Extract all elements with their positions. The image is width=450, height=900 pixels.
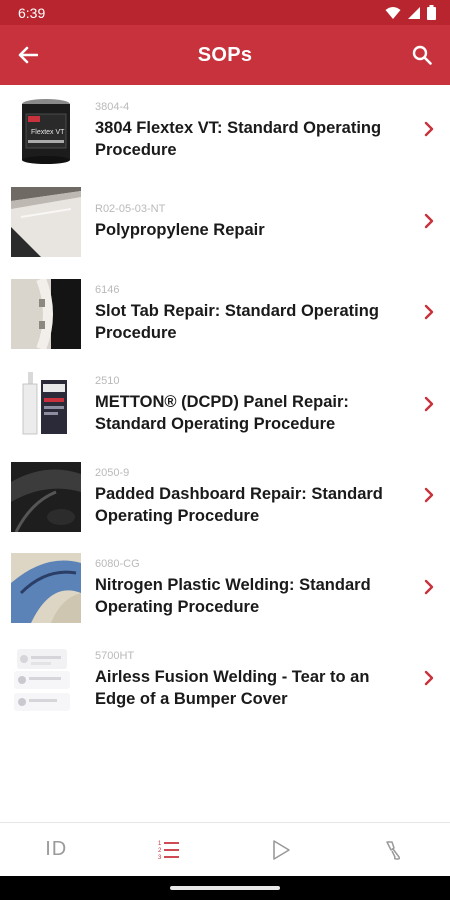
chevron-right-icon <box>424 396 434 411</box>
sop-title: Airless Fusion Welding - Tear to an Edge… <box>95 667 370 708</box>
can-product-image: Flextex VT <box>11 95 81 166</box>
list-item[interactable]: Flextex VT 3804-4 3804 Flextex VT: Stand… <box>0 85 450 177</box>
sop-title: METTON® (DCPD) Panel Repair: Standard Op… <box>95 393 349 434</box>
slot-tab-image <box>11 278 81 349</box>
sop-code: 2050-9 <box>95 466 130 479</box>
back-button[interactable] <box>14 41 42 69</box>
search-icon <box>412 45 432 65</box>
document-list-image <box>11 644 81 715</box>
chevron-right-icon <box>424 670 434 686</box>
svg-text:2: 2 <box>158 848 162 854</box>
search-button[interactable] <box>408 41 436 69</box>
wifi-icon <box>385 6 401 19</box>
list-tab[interactable]: 1 2 3 <box>139 830 199 870</box>
sop-code: 6080-CG <box>95 558 140 571</box>
battery-icon <box>427 5 436 20</box>
id-tab-label: ID <box>45 838 68 860</box>
plastic-welding-image <box>11 553 81 624</box>
app-bar: SOPs <box>0 25 450 85</box>
sop-title: Nitrogen Plastic Welding: Standard Opera… <box>95 576 371 617</box>
sop-title: Polypropylene Repair <box>95 221 265 240</box>
signal-icon <box>408 6 420 19</box>
list-item[interactable]: 6080-CG Nitrogen Plastic Welding: Standa… <box>0 543 450 635</box>
list-item[interactable]: 2510 METTON® (DCPD) Panel Repair: Standa… <box>0 360 450 452</box>
chevron-right-icon <box>424 487 434 503</box>
sop-title: Slot Tab Repair: Standard Operating Proc… <box>95 301 379 342</box>
home-gesture-handle[interactable] <box>170 886 280 890</box>
chevron-right-icon <box>424 304 434 320</box>
play-icon <box>273 839 291 860</box>
sop-code: R02-05-03-NT <box>95 203 166 216</box>
system-navigation-bar <box>0 876 450 900</box>
chevron-right-icon <box>424 213 434 228</box>
bottom-navigation: ID 1 2 3 <box>0 822 450 876</box>
adhesive-cartridge-image <box>11 370 81 441</box>
back-arrow-icon <box>18 46 38 64</box>
sop-title: Padded Dashboard Repair: Standard Operat… <box>95 484 383 525</box>
list-item[interactable]: 6146 Slot Tab Repair: Standard Operating… <box>0 268 450 360</box>
list-item[interactable]: 2050-9 Padded Dashboard Repair: Standard… <box>0 451 450 543</box>
sop-code: 6146 <box>95 283 120 296</box>
spray-tool-icon <box>386 840 400 860</box>
sop-list: Flextex VT 3804-4 3804 Flextex VT: Stand… <box>0 85 450 726</box>
svg-text:3: 3 <box>158 855 162 861</box>
status-time: 6:39 <box>18 4 46 21</box>
tool-tab[interactable] <box>364 830 424 870</box>
chevron-right-icon <box>424 121 434 137</box>
panel-repair-image <box>11 187 81 258</box>
sop-code: 5700HT <box>95 649 135 662</box>
page-title: SOPs <box>197 43 253 66</box>
sop-code: 3804-4 <box>95 100 130 113</box>
chevron-right-icon <box>424 579 434 594</box>
numbered-list-icon: 1 2 3 <box>158 841 179 861</box>
list-item[interactable]: R02-05-03-NT Polypropylene Repair <box>0 177 450 269</box>
sop-code: 2510 <box>95 375 120 388</box>
svg-text:Flextex VT: Flextex VT <box>31 129 65 136</box>
status-bar: 6:39 <box>0 0 450 25</box>
sop-title: 3804 Flextex VT: Standard Operating Proc… <box>95 118 382 159</box>
list-item[interactable]: 5700HT Airless Fusion Welding - Tear to … <box>0 634 450 726</box>
svg-text:1: 1 <box>158 841 162 847</box>
dashboard-image <box>11 461 81 532</box>
play-tab[interactable] <box>251 830 311 870</box>
id-tab[interactable]: ID <box>26 830 86 870</box>
status-icons <box>385 5 436 20</box>
